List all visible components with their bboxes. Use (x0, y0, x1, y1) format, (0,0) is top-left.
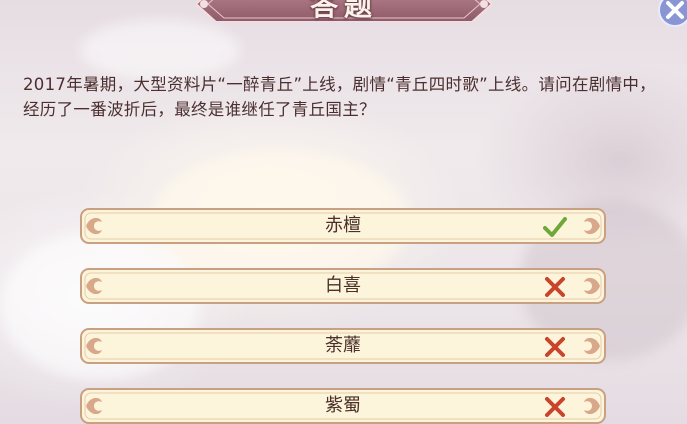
check-icon (543, 216, 567, 238)
option-label: 白喜 (325, 275, 361, 296)
quiz-scene: 答题 2017年暑期，大型资料片“一醉青丘”上线，剧情“青丘四时歌”上线。请问在… (0, 0, 687, 424)
answer-option[interactable]: 赤檀 (80, 208, 606, 244)
background-mist (80, 20, 240, 80)
cross-icon (543, 396, 567, 418)
title-banner: 答题 (196, 0, 492, 22)
answer-option[interactable]: 白喜 (80, 268, 606, 304)
option-label: 荼蘼 (325, 335, 361, 356)
answer-option[interactable]: 紫蜀 (80, 388, 606, 424)
cross-icon (543, 276, 567, 298)
question-text: 2017年暑期，大型资料片“一醉青丘”上线，剧情“青丘四时歌”上线。请问在剧情中… (23, 75, 656, 119)
close-icon[interactable] (655, 0, 687, 30)
answer-option[interactable]: 荼蘼 (80, 328, 606, 364)
option-label: 紫蜀 (325, 395, 361, 416)
page-title: 答题 (309, 0, 378, 22)
option-label: 赤檀 (325, 215, 361, 236)
cross-icon (543, 336, 567, 358)
